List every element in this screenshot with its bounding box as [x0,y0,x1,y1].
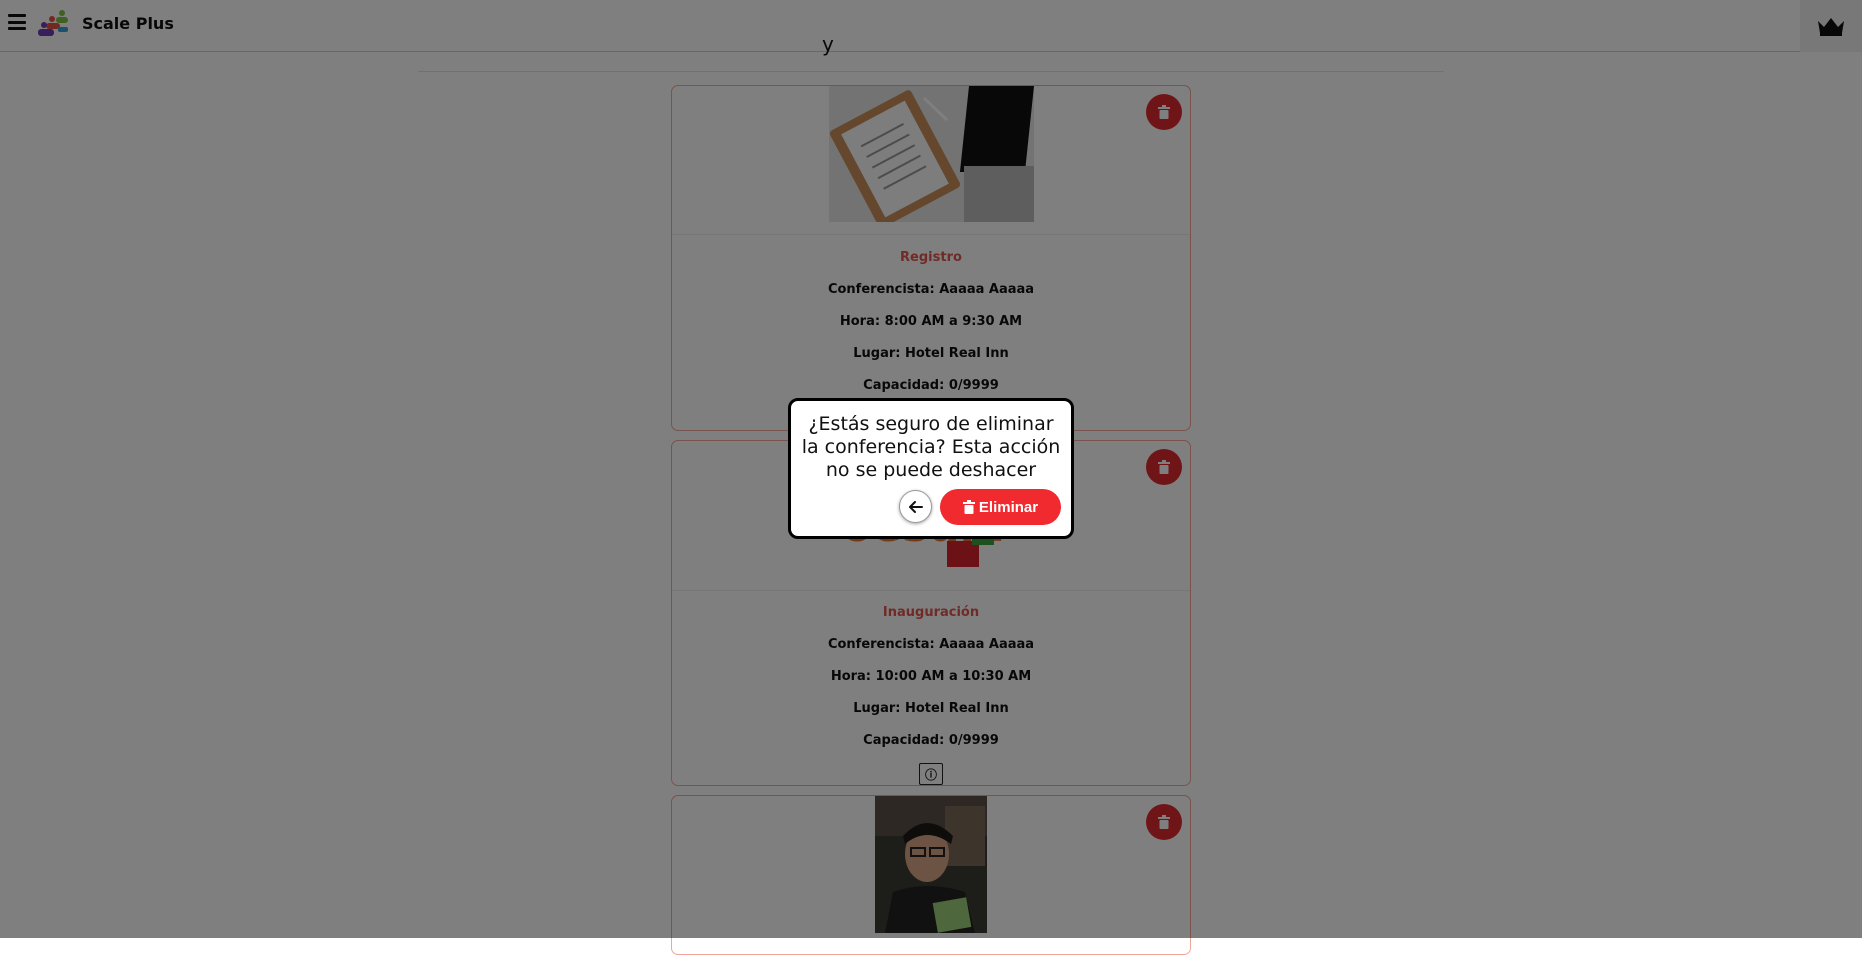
trash-icon [962,500,975,514]
dialog-message: ¿Estás seguro de eliminar la conferencia… [801,413,1061,481]
cancel-back-button[interactable] [899,490,932,523]
confirm-delete-label: Eliminar [978,498,1039,516]
delete-confirmation-dialog: ¿Estás seguro de eliminar la conferencia… [788,398,1074,539]
arrow-left-icon [908,500,923,513]
confirm-delete-button[interactable]: Eliminar [940,489,1061,525]
